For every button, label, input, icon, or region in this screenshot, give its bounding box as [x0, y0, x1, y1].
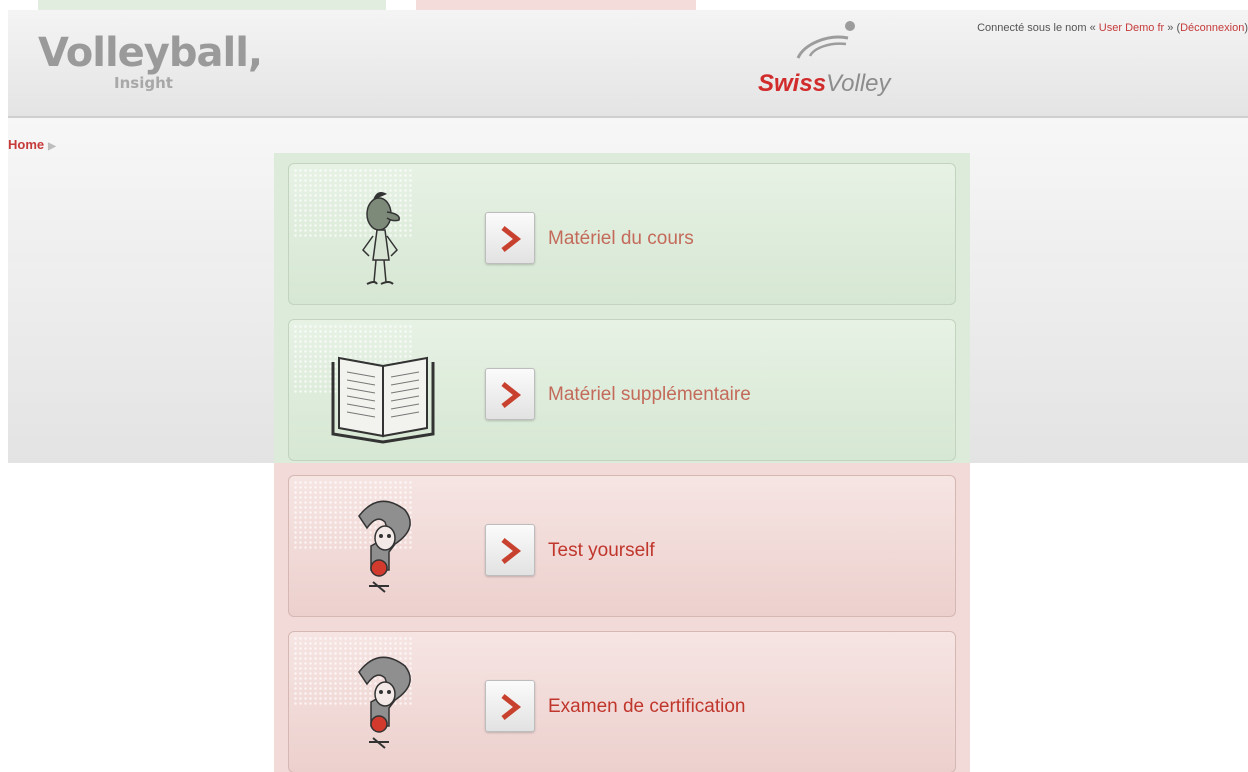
logo-text-swiss: Swiss: [758, 70, 827, 97]
chevron-right-icon: [501, 538, 522, 564]
chevron-right-icon: [501, 226, 522, 252]
logout-link[interactable]: Déconnexion: [1180, 22, 1244, 34]
card-label[interactable]: Test yourself: [548, 540, 655, 562]
chevron-right-icon: [501, 382, 522, 408]
card-supplementary-material[interactable]: Matériel supplémentaire: [288, 319, 956, 461]
login-suffix: ): [1244, 22, 1248, 34]
card-label[interactable]: Examen de certification: [548, 696, 746, 718]
breadcrumb: Home ▶: [8, 137, 56, 152]
brand-subtitle: Insight: [114, 74, 173, 92]
character-standing-icon: [362, 192, 400, 285]
card-test-yourself[interactable]: Test yourself: [288, 475, 956, 617]
card-label[interactable]: Matériel du cours: [548, 228, 694, 250]
top-tab-green: [38, 0, 386, 10]
question-mark-character-icon: [358, 500, 411, 593]
card-certification-exam[interactable]: Examen de certification: [288, 631, 956, 772]
chevron-right-icon: [501, 694, 522, 720]
question-mark-character-icon: [358, 656, 411, 749]
triangle-right-icon: ▶: [48, 141, 56, 152]
user-profile-link[interactable]: User Demo fr: [1099, 22, 1164, 34]
login-prefix: Connecté sous le nom «: [977, 22, 1096, 34]
chevron-right-button[interactable]: [485, 680, 535, 732]
login-info: Connecté sous le nom « User Demo fr » (D…: [977, 22, 1248, 34]
site-header: Volleyball, Insight SwissVolley Connecté…: [8, 10, 1248, 118]
chevron-right-button[interactable]: [485, 368, 535, 420]
brand-title[interactable]: Volleyball,: [38, 30, 263, 76]
volleyball-swoosh-icon: [796, 21, 855, 59]
logo-text-volley: Volley: [826, 70, 891, 97]
logo-text: SwissVolley: [758, 70, 891, 98]
login-middle: » (: [1167, 22, 1181, 34]
card-label[interactable]: Matériel supplémentaire: [548, 384, 751, 406]
open-book-icon: [331, 356, 435, 444]
breadcrumb-home[interactable]: Home: [8, 137, 44, 152]
top-tab-red: [416, 0, 696, 10]
card-course-material[interactable]: Matériel du cours: [288, 163, 956, 305]
chevron-right-button[interactable]: [485, 212, 535, 264]
chevron-right-button[interactable]: [485, 524, 535, 576]
swiss-volley-logo[interactable]: SwissVolley: [758, 16, 928, 106]
